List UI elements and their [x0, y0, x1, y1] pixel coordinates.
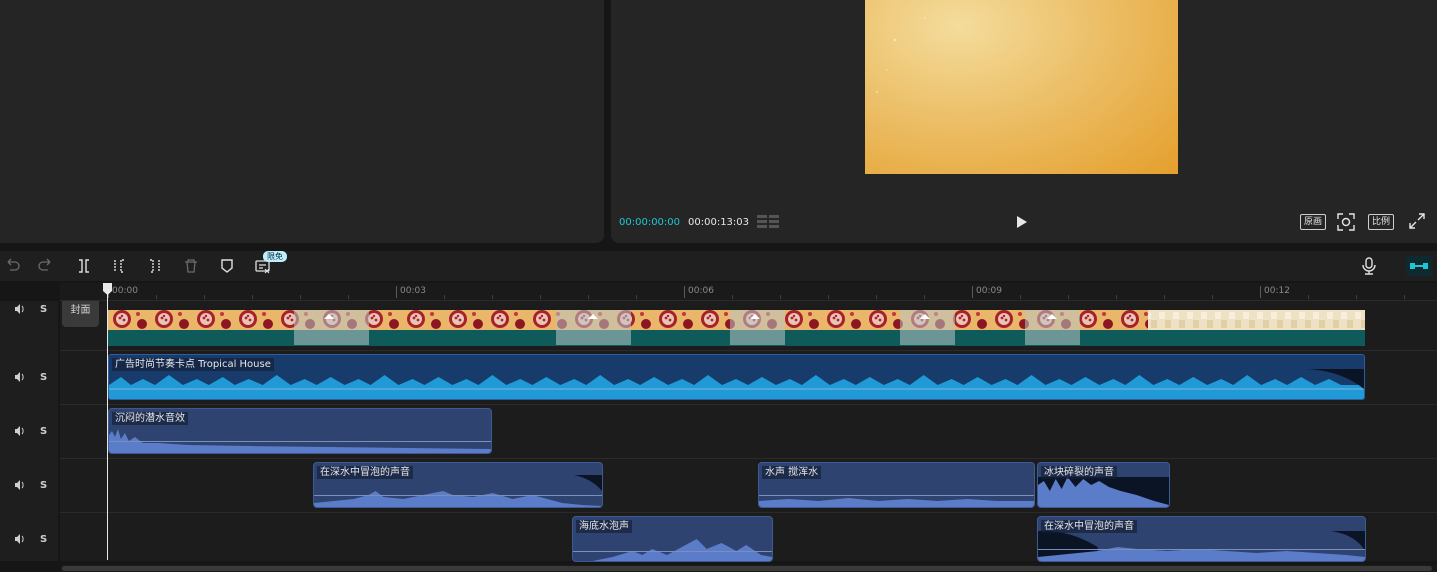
cover-button[interactable]: 封面: [62, 301, 99, 327]
original-quality-button[interactable]: 原画: [1300, 214, 1326, 230]
timeline-scrollbar[interactable]: [60, 565, 1437, 572]
audio-clip-muffled-dive[interactable]: 沉闷的潜水音效: [108, 408, 492, 454]
play-icon[interactable]: [1013, 214, 1029, 230]
ruler-tick-6: 00:06: [688, 286, 714, 296]
media-panel: [0, 0, 604, 243]
solo-toggle[interactable]: S: [40, 372, 47, 383]
split-left-icon[interactable]: [111, 258, 127, 274]
solo-toggle[interactable]: S: [40, 304, 47, 315]
total-timecode: 00:00:13:03: [688, 217, 750, 228]
current-timecode: 00:00:00:00: [619, 217, 681, 228]
clip-label: 沉闷的潜水音效: [112, 412, 188, 425]
timeline-tracks: 封面 广告时尚节奏卡点 Tropical House 沉闷的潜水音效 在深水中冒…: [60, 301, 1437, 562]
volume-icon[interactable]: [14, 534, 26, 544]
clip-label: 在深水中冒泡的声音: [317, 466, 413, 479]
fullscreen-icon[interactable]: [1409, 213, 1425, 229]
editor-window: 00:00:00:00 00:00:13:03 原画 比例 限免 00:00 0…: [0, 0, 1437, 572]
ruler-tick-12: 00:12: [1264, 286, 1290, 296]
clip-label: 冰块碎裂的声音: [1041, 466, 1117, 479]
scroll-thumb[interactable]: [62, 566, 1432, 571]
track-headers: S S S S S: [0, 301, 58, 561]
aspect-ratio-button[interactable]: 比例: [1368, 214, 1394, 230]
ruler-tick-0: 00:00: [112, 286, 138, 296]
preview-frame: [865, 0, 1178, 174]
audio-clip-ice-crack[interactable]: 冰块碎裂的声音: [1037, 462, 1170, 508]
track-header-music: S: [0, 353, 58, 405]
audio-clip-seabed-bubbles[interactable]: 海底水泡声: [572, 516, 773, 562]
preview-panel: 00:00:00:00 00:00:13:03 原画 比例: [611, 0, 1437, 243]
volume-icon[interactable]: [14, 426, 26, 436]
clip-label: 水声 搅浑水: [762, 466, 822, 479]
music-clip[interactable]: 广告时尚节奏卡点 Tropical House: [108, 354, 1365, 400]
audio-clip-deep-bubbles[interactable]: 在深水中冒泡的声音: [313, 462, 603, 508]
audio-clip-stir-water[interactable]: 水声 搅浑水: [758, 462, 1035, 508]
volume-icon[interactable]: [14, 480, 26, 490]
focus-icon[interactable]: [1337, 213, 1355, 231]
clip-label: 海底水泡声: [576, 520, 632, 533]
playhead-handle[interactable]: [103, 283, 112, 295]
undo-icon[interactable]: [4, 258, 20, 274]
free-badge: 限免: [263, 251, 287, 262]
split-right-icon[interactable]: [147, 258, 163, 274]
video-clip[interactable]: [108, 310, 1365, 346]
link-toggle-icon[interactable]: [1406, 256, 1432, 276]
track-header-audio-3: S: [0, 515, 58, 561]
track-header-audio-2: S: [0, 461, 58, 513]
clip-label: 广告时尚节奏卡点 Tropical House: [112, 358, 274, 371]
solo-toggle[interactable]: S: [40, 426, 47, 437]
grid-list-icon[interactable]: [757, 214, 779, 230]
clip-label: 在深水中冒泡的声音: [1041, 520, 1137, 533]
audio-clip-deep-bubbles-2[interactable]: 在深水中冒泡的声音: [1037, 516, 1366, 562]
track-header-audio-1: S: [0, 407, 58, 459]
time-ruler[interactable]: 00:00 00:03 00:06 00:09 00:12: [60, 283, 1437, 301]
delete-icon[interactable]: [183, 258, 199, 274]
playhead-line[interactable]: [107, 288, 108, 560]
mic-icon[interactable]: [1361, 257, 1377, 275]
timeline-toolbar: 限免: [0, 251, 1437, 281]
ruler-tick-3: 00:03: [400, 286, 426, 296]
redo-icon[interactable]: [38, 258, 54, 274]
solo-toggle[interactable]: S: [40, 534, 47, 545]
split-icon[interactable]: [76, 258, 92, 274]
solo-toggle[interactable]: S: [40, 480, 47, 491]
volume-icon[interactable]: [14, 304, 26, 314]
ruler-tick-9: 00:09: [976, 286, 1002, 296]
marker-icon[interactable]: [219, 258, 235, 274]
track-header-video: S: [0, 301, 58, 349]
volume-icon[interactable]: [14, 372, 26, 382]
